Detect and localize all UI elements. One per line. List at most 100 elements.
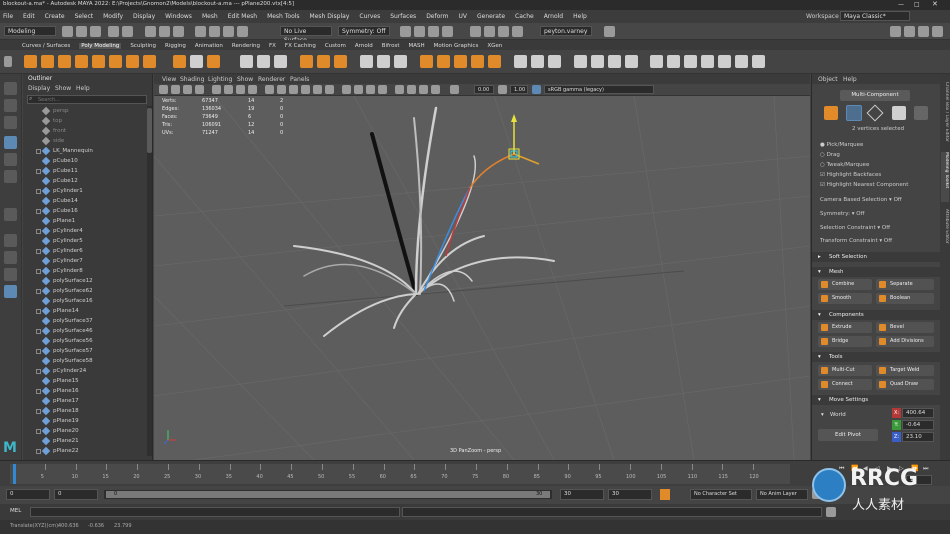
smooth-shade-icon[interactable] bbox=[277, 85, 286, 94]
color-management-icon[interactable] bbox=[532, 85, 541, 94]
live-surface-field[interactable]: No Live Surface bbox=[280, 26, 332, 44]
help-icon[interactable] bbox=[604, 26, 615, 37]
menu-mesh[interactable]: Mesh bbox=[202, 13, 218, 20]
shelf-tab-mash[interactable]: MASH bbox=[408, 43, 424, 49]
separate-button[interactable]: Separate bbox=[876, 279, 934, 290]
soft-selection-header[interactable]: ▸ Soft Selection bbox=[812, 252, 940, 262]
ipr-render-icon[interactable] bbox=[414, 26, 425, 37]
components-header[interactable]: ▾ Components bbox=[812, 310, 940, 320]
space-dropdown[interactable]: ▾ World bbox=[818, 410, 882, 421]
hypershade-icon[interactable] bbox=[442, 26, 453, 37]
menu-surfaces[interactable]: Surfaces bbox=[390, 13, 416, 20]
wireframe-on-shaded-icon[interactable] bbox=[289, 85, 298, 94]
option-pick-marquee[interactable]: ● Pick/Marquee bbox=[820, 142, 863, 148]
shelf-tab-arnold[interactable]: Arnold bbox=[355, 43, 373, 49]
current-time-indicator[interactable] bbox=[13, 464, 16, 484]
outliner-item[interactable]: pCube10 bbox=[23, 156, 147, 166]
boolean-union-icon[interactable] bbox=[300, 55, 313, 68]
reduce-icon[interactable] bbox=[377, 55, 390, 68]
anim-layer-dropdown[interactable]: No Anim Layer bbox=[756, 489, 808, 500]
unfold-icon[interactable] bbox=[684, 55, 697, 68]
gate-mask-icon[interactable] bbox=[248, 85, 257, 94]
expand-icon[interactable] bbox=[36, 409, 41, 414]
extrude-button[interactable]: Extrude bbox=[818, 322, 872, 333]
outliner-search-input[interactable] bbox=[27, 95, 147, 104]
expand-icon[interactable] bbox=[36, 169, 41, 174]
offset-loop-icon[interactable] bbox=[548, 55, 561, 68]
vertex-mode-icon[interactable] bbox=[846, 105, 862, 121]
camera-based-selection-row[interactable]: Camera Based Selection ▾ Off bbox=[820, 197, 902, 203]
textured-icon[interactable] bbox=[301, 85, 310, 94]
vp-menu-panels[interactable]: Panels bbox=[290, 76, 309, 83]
menu-arnold[interactable]: Arnold bbox=[544, 13, 563, 20]
vp-menu-lighting[interactable]: Lighting bbox=[208, 76, 232, 83]
tool-settings-icon[interactable] bbox=[918, 26, 929, 37]
vp-menu-renderer[interactable]: Renderer bbox=[258, 76, 285, 83]
anti-aliasing-icon[interactable] bbox=[366, 85, 375, 94]
shelf-tab-poly-modeling[interactable]: Poly Modeling bbox=[79, 43, 122, 49]
mirror-icon[interactable] bbox=[360, 55, 373, 68]
poly-plane-icon[interactable] bbox=[109, 55, 122, 68]
option-tweak-marquee[interactable]: ○ Tweak/Marquee bbox=[820, 162, 869, 168]
outliner-item[interactable]: pPlane22 bbox=[23, 446, 147, 456]
rotate-tool-icon[interactable] bbox=[4, 153, 17, 166]
cut-uv-icon[interactable] bbox=[701, 55, 714, 68]
playback-end-field[interactable]: 30 bbox=[560, 489, 604, 500]
shelf-tab-animation[interactable]: Animation bbox=[195, 43, 223, 49]
xray-icon[interactable] bbox=[407, 85, 416, 94]
attribute-editor-icon[interactable] bbox=[904, 26, 915, 37]
fill-hole-icon[interactable] bbox=[488, 55, 501, 68]
outliner-item[interactable]: polySurface62 bbox=[23, 286, 147, 296]
outliner-item[interactable]: pCube16 bbox=[23, 206, 147, 216]
expand-icon[interactable] bbox=[36, 369, 41, 374]
tab-modeling-toolkit[interactable]: Modeling Toolkit bbox=[941, 152, 949, 202]
snap-grid-icon[interactable] bbox=[195, 26, 206, 37]
bevel-button[interactable]: Bevel bbox=[876, 322, 934, 333]
tab-channel-box[interactable]: Channel Box / Layer Editor bbox=[941, 82, 949, 142]
outliner-scroll-thumb[interactable] bbox=[147, 108, 152, 153]
expand-icon[interactable] bbox=[36, 249, 41, 254]
move-tool-icon[interactable] bbox=[4, 136, 17, 149]
uv-editor-icon[interactable] bbox=[574, 55, 587, 68]
outliner-item[interactable]: pPlane20 bbox=[23, 426, 147, 436]
outliner-item[interactable]: polySurface46 bbox=[23, 326, 147, 336]
four-view-icon[interactable] bbox=[4, 251, 17, 264]
manipulator-y-arrow-icon[interactable] bbox=[511, 114, 517, 122]
two-view-icon[interactable] bbox=[4, 268, 17, 281]
boolean-intersect-icon[interactable] bbox=[334, 55, 347, 68]
edge-mode-icon[interactable] bbox=[866, 104, 884, 122]
arnold-sky-icon[interactable] bbox=[512, 26, 523, 37]
shelf-tab-curves-surfaces[interactable]: Curves / Surfaces bbox=[22, 43, 70, 49]
outliner-item[interactable]: pPlane1 bbox=[23, 216, 147, 226]
menu-modify[interactable]: Modify bbox=[103, 13, 123, 20]
spherical-map-icon[interactable] bbox=[625, 55, 638, 68]
close-icon[interactable]: ✕ bbox=[932, 0, 938, 8]
shelf-tab-rendering[interactable]: Rendering bbox=[232, 43, 260, 49]
xray-joints-icon[interactable] bbox=[419, 85, 428, 94]
shelf-tab-bifrost[interactable]: Bifrost bbox=[382, 43, 400, 49]
smooth-button[interactable]: Smooth bbox=[818, 293, 872, 304]
new-scene-icon[interactable] bbox=[62, 26, 73, 37]
vp-menu-view[interactable]: View bbox=[162, 76, 176, 83]
xray-components-icon[interactable] bbox=[431, 85, 440, 94]
outliner-item[interactable]: pCylinder4 bbox=[23, 226, 147, 236]
snap-point-icon[interactable] bbox=[223, 26, 234, 37]
outliner-item[interactable]: polySurface37 bbox=[23, 316, 147, 326]
move-manipulator[interactable] bbox=[508, 114, 520, 160]
smooth-icon[interactable] bbox=[274, 55, 287, 68]
expand-icon[interactable] bbox=[36, 449, 41, 454]
multi-component-button[interactable]: Multi-Component bbox=[840, 90, 910, 101]
bookmark-icon[interactable] bbox=[183, 85, 192, 94]
separate-icon[interactable] bbox=[257, 55, 270, 68]
poly-cylinder-icon[interactable] bbox=[58, 55, 71, 68]
layout-uv-icon[interactable] bbox=[667, 55, 680, 68]
bridge-icon[interactable] bbox=[437, 55, 450, 68]
select-by-hierarchy-icon[interactable] bbox=[145, 26, 156, 37]
outliner-item[interactable]: pPlane14 bbox=[23, 306, 147, 316]
poly-disc-icon[interactable] bbox=[126, 55, 139, 68]
combine-icon[interactable] bbox=[240, 55, 253, 68]
range-bar-handle[interactable]: 0 30 bbox=[106, 491, 550, 498]
toolkit-menu-object[interactable]: Object bbox=[818, 76, 838, 83]
camera-attributes-icon[interactable] bbox=[171, 85, 180, 94]
select-by-component-icon[interactable] bbox=[173, 26, 184, 37]
